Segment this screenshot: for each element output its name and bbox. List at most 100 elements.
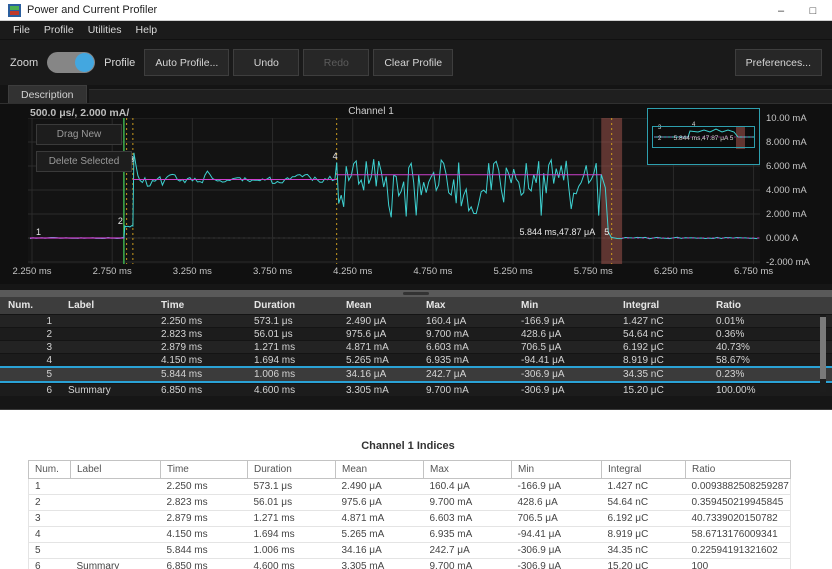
redo-button[interactable]: Redo xyxy=(303,49,369,76)
table-cell: 56.01 μs xyxy=(248,329,340,340)
indices-table-cell: 4.600 ms xyxy=(248,559,336,569)
table-cell: 6.192 μC xyxy=(617,342,710,353)
table-cell: 8.919 μC xyxy=(617,355,710,366)
indices-column-header-max: Max xyxy=(424,461,512,479)
column-header-duration[interactable]: Duration xyxy=(248,300,340,311)
table-cell: 34.16 μA xyxy=(340,369,420,380)
indices-table-cell: 2.250 ms xyxy=(161,479,248,495)
indices-column-header-num: Num. xyxy=(29,461,71,479)
indices-table-cell: 9.700 mA xyxy=(424,495,512,511)
table-cell: 242.7 μA xyxy=(420,369,515,380)
x-tick-label: 2.750 ms xyxy=(93,266,132,277)
indices-table-cell xyxy=(71,495,161,511)
indices-table-cell: 4.871 mA xyxy=(336,511,424,527)
tab-description[interactable]: Description xyxy=(8,85,87,103)
app-icon xyxy=(8,4,21,17)
indices-table-cell: 1.006 ms xyxy=(248,543,336,559)
y-tick-label: 4.000 mA xyxy=(766,185,807,196)
indices-column-header-label: Label xyxy=(71,461,161,479)
indices-table-cell: -166.9 μA xyxy=(512,479,602,495)
toolbar-buttons: Auto Profile...UndoRedoClear Profile xyxy=(140,49,453,76)
indices-section: Channel 1 Indices Num.LabelTimeDurationM… xyxy=(0,410,832,569)
column-header-integral[interactable]: Integral xyxy=(617,300,710,311)
menu-item-utilities[interactable]: Utilities xyxy=(81,22,129,38)
indices-table-cell: 6.935 mA xyxy=(424,527,512,543)
maximize-icon[interactable]: □ xyxy=(804,5,822,17)
indices-table-cell: 3 xyxy=(29,511,71,527)
column-header-max[interactable]: Max xyxy=(420,300,515,311)
table-cell: 2.879 ms xyxy=(155,342,248,353)
table-cell: 3 xyxy=(0,342,62,353)
table-cell: 706.5 μA xyxy=(515,342,617,353)
chart-plot[interactable]: 12345.844 ms,47.87 μA5 Drag New Delete S… xyxy=(28,118,760,264)
table-cell: 4.150 ms xyxy=(155,355,248,366)
preferences-button[interactable]: Preferences... xyxy=(735,49,822,76)
indices-table-cell: 706.5 μA xyxy=(512,511,602,527)
table-cell: 15.20 μC xyxy=(617,385,710,396)
column-header-min[interactable]: Min xyxy=(515,300,617,311)
toggle-knob xyxy=(75,53,94,72)
column-header-num[interactable]: Num. xyxy=(0,300,62,311)
window-title: Power and Current Profiler xyxy=(27,4,157,16)
undo-button[interactable]: Undo xyxy=(233,49,299,76)
table-row[interactable]: 32.879 ms1.271 ms4.871 mA6.603 mA706.5 μ… xyxy=(0,340,832,353)
tab-strip: Description xyxy=(0,85,832,104)
indices-table-cell: 428.6 μA xyxy=(512,495,602,511)
indices-column-header-time: Time xyxy=(161,461,248,479)
menu-item-file[interactable]: File xyxy=(6,22,37,38)
column-header-ratio[interactable]: Ratio xyxy=(710,300,832,311)
drag-new-button[interactable]: Drag New xyxy=(36,124,122,145)
indices-table-cell: 1.271 ms xyxy=(248,511,336,527)
clear-profile-button[interactable]: Clear Profile xyxy=(373,49,453,76)
x-tick-label: 4.750 ms xyxy=(413,266,452,277)
indices-table-cell: 56.01 μs xyxy=(248,495,336,511)
table-cell: 573.1 μs xyxy=(248,316,340,327)
minimize-icon[interactable]: – xyxy=(772,5,790,17)
indices-table-row: 6Summary6.850 ms4.600 ms3.305 mA9.700 mA… xyxy=(29,559,791,569)
table-cell: 58.67% xyxy=(710,355,832,366)
table-cell: 9.700 mA xyxy=(420,329,515,340)
splitter[interactable] xyxy=(0,290,832,297)
table-cell: 0.01% xyxy=(710,316,832,327)
table-row[interactable]: 44.150 ms1.694 ms5.265 mA6.935 mA-94.41 … xyxy=(0,353,832,366)
table-row[interactable]: 6Summary6.850 ms4.600 ms3.305 mA9.700 mA… xyxy=(0,383,832,396)
indices-table-cell: 6.850 ms xyxy=(161,559,248,569)
menu-item-profile[interactable]: Profile xyxy=(37,22,81,38)
zoom-profile-toggle[interactable] xyxy=(47,52,95,73)
table-cell: 6.603 mA xyxy=(420,342,515,353)
scrollbar-thumb[interactable] xyxy=(820,317,826,379)
delete-selected-button[interactable]: Delete Selected xyxy=(36,151,132,172)
table-cell: 40.73% xyxy=(710,342,832,353)
overview-inset[interactable]: 3 2 4 5.844 ms,47.87 μA 5 xyxy=(647,108,760,165)
indices-table-row: 44.150 ms1.694 ms5.265 mA6.935 mA-94.41 … xyxy=(29,527,791,543)
tab-strip-filler xyxy=(89,89,832,103)
table-row[interactable]: 22.823 ms56.01 μs975.6 μA9.700 mA428.6 μ… xyxy=(0,327,832,340)
column-header-time[interactable]: Time xyxy=(155,300,248,311)
table-cell: 0.23% xyxy=(710,369,832,380)
table-cell: 54.64 nC xyxy=(617,329,710,340)
indices-column-header-integral: Integral xyxy=(602,461,686,479)
y-tick-label: 10.00 mA xyxy=(766,113,807,124)
x-tick-label: 5.750 ms xyxy=(574,266,613,277)
table-cell: -306.9 μA xyxy=(515,369,617,380)
y-tick-label: 0.000 A xyxy=(766,233,798,244)
table-cell: 160.4 μA xyxy=(420,316,515,327)
indices-table-cell: 9.700 mA xyxy=(424,559,512,569)
svg-text:1: 1 xyxy=(36,227,41,237)
profiler-table: Num.LabelTimeDurationMeanMaxMinIntegralR… xyxy=(0,297,832,396)
auto-profile-button[interactable]: Auto Profile... xyxy=(144,49,229,76)
table-row[interactable]: 55.844 ms1.006 ms34.16 μA242.7 μA-306.9 … xyxy=(0,366,832,383)
menu-item-help[interactable]: Help xyxy=(129,22,165,38)
table-row[interactable]: 12.250 ms573.1 μs2.490 μA160.4 μA-166.9 … xyxy=(0,314,832,327)
indices-column-header-mean: Mean xyxy=(336,461,424,479)
profiler-table-body: 12.250 ms573.1 μs2.490 μA160.4 μA-166.9 … xyxy=(0,314,832,396)
indices-table-cell: 5 xyxy=(29,543,71,559)
table-cell: 1 xyxy=(0,316,62,327)
table-cell: 100.00% xyxy=(710,385,832,396)
table-scrollbar[interactable] xyxy=(820,315,826,392)
table-cell: 0.36% xyxy=(710,329,832,340)
table-cell: 5.265 mA xyxy=(340,355,420,366)
column-header-label[interactable]: Label xyxy=(62,300,155,311)
indices-table-body: 12.250 ms573.1 μs2.490 μA160.4 μA-166.9 … xyxy=(29,479,791,569)
column-header-mean[interactable]: Mean xyxy=(340,300,420,311)
